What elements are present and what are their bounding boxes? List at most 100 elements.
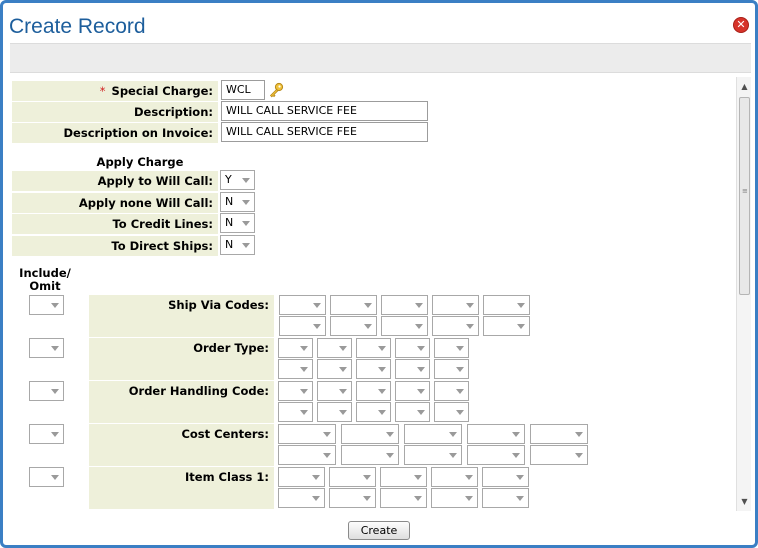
chevron-down-icon <box>417 389 425 394</box>
chevron-down-icon <box>378 346 386 351</box>
code-select[interactable] <box>278 338 313 358</box>
chevron-down-icon <box>456 389 464 394</box>
apply-row-label: Apply to Will Call: <box>12 171 218 191</box>
code-select[interactable] <box>467 424 525 444</box>
code-select[interactable] <box>356 381 391 401</box>
code-select[interactable] <box>279 316 326 336</box>
include-omit-heading: Include/ Omit <box>19 266 71 293</box>
code-select[interactable] <box>330 316 377 336</box>
chevron-down-icon <box>415 324 423 329</box>
include-omit-select[interactable] <box>29 338 64 358</box>
code-select[interactable] <box>341 424 399 444</box>
code-group-label: Ship Via Codes: <box>89 295 274 337</box>
code-select[interactable] <box>482 488 529 508</box>
code-select[interactable] <box>317 338 352 358</box>
scroll-up-icon[interactable]: ▲ <box>737 79 751 94</box>
chevron-down-icon <box>465 475 473 480</box>
code-select[interactable] <box>278 445 336 465</box>
create-record-dialog: Create Record ✕ * Special Charge: WCL Des… <box>0 0 758 548</box>
code-select[interactable] <box>404 445 462 465</box>
chevron-down-icon <box>300 367 308 372</box>
code-select[interactable] <box>395 381 430 401</box>
code-select[interactable] <box>483 295 530 315</box>
chevron-down-icon <box>456 346 464 351</box>
create-button[interactable]: Create <box>348 521 410 540</box>
vertical-scrollbar[interactable]: ▲ ≡ ▼ <box>736 77 751 511</box>
include-omit-select[interactable] <box>29 467 64 487</box>
chevron-down-icon <box>378 367 386 372</box>
code-select[interactable] <box>483 316 530 336</box>
chevron-down-icon <box>51 303 59 308</box>
chevron-down-icon <box>575 453 583 458</box>
chevron-down-icon <box>51 432 59 437</box>
code-select[interactable] <box>381 295 428 315</box>
include-omit-select[interactable] <box>29 424 64 444</box>
apply-row-select[interactable]: N <box>220 213 255 233</box>
code-select[interactable] <box>329 488 376 508</box>
code-select[interactable] <box>467 445 525 465</box>
code-group-label: Cost Centers: <box>89 424 274 466</box>
include-omit-select[interactable] <box>29 381 64 401</box>
code-select[interactable] <box>380 467 427 487</box>
code-select[interactable] <box>278 467 325 487</box>
code-select[interactable] <box>380 488 427 508</box>
description-input[interactable]: WILL CALL SERVICE FEE <box>221 101 428 121</box>
code-select[interactable] <box>432 295 479 315</box>
code-select[interactable] <box>530 445 588 465</box>
close-icon[interactable]: ✕ <box>733 17 749 33</box>
dialog-toolbar <box>10 43 751 73</box>
code-select[interactable] <box>434 359 469 379</box>
code-select[interactable] <box>381 316 428 336</box>
code-select[interactable] <box>329 467 376 487</box>
code-select[interactable] <box>278 381 313 401</box>
code-select[interactable] <box>395 402 430 422</box>
chevron-down-icon <box>313 303 321 308</box>
apply-row-label: To Credit Lines: <box>12 214 218 234</box>
code-select[interactable] <box>404 424 462 444</box>
code-select[interactable] <box>434 381 469 401</box>
chevron-down-icon <box>242 200 250 205</box>
code-select[interactable] <box>278 402 313 422</box>
code-select[interactable] <box>317 381 352 401</box>
code-select[interactable] <box>434 402 469 422</box>
chevron-down-icon <box>51 346 59 351</box>
apply-row-select[interactable]: N <box>220 192 255 212</box>
chevron-down-icon <box>312 496 320 501</box>
code-select[interactable] <box>278 359 313 379</box>
code-select[interactable] <box>279 295 326 315</box>
special-charge-input[interactable]: WCL <box>221 80 265 100</box>
code-select[interactable] <box>395 338 430 358</box>
apply-row-select[interactable]: Y <box>220 170 255 190</box>
include-omit-select[interactable] <box>29 295 64 315</box>
chevron-down-icon <box>417 346 425 351</box>
code-select[interactable] <box>530 424 588 444</box>
chevron-down-icon <box>417 410 425 415</box>
scrollbar-thumb[interactable]: ≡ <box>739 97 750 295</box>
code-select[interactable] <box>356 402 391 422</box>
code-select[interactable] <box>482 467 529 487</box>
chevron-down-icon <box>51 389 59 394</box>
scroll-down-icon[interactable]: ▼ <box>737 494 751 509</box>
description-invoice-input[interactable]: WILL CALL SERVICE FEE <box>221 122 428 142</box>
chevron-down-icon <box>386 432 394 437</box>
code-select[interactable] <box>317 402 352 422</box>
code-select[interactable] <box>431 488 478 508</box>
form-scroll-area[interactable]: * Special Charge: WCL Description: WILL C… <box>10 77 751 511</box>
code-select[interactable] <box>278 488 325 508</box>
code-select[interactable] <box>432 316 479 336</box>
code-select[interactable] <box>341 445 399 465</box>
code-select[interactable] <box>434 338 469 358</box>
code-select[interactable] <box>395 359 430 379</box>
apply-row-select[interactable]: N <box>220 235 255 255</box>
code-select[interactable] <box>278 424 336 444</box>
key-icon[interactable] <box>268 82 284 98</box>
code-select[interactable] <box>356 338 391 358</box>
code-select[interactable] <box>317 359 352 379</box>
chevron-down-icon <box>378 410 386 415</box>
code-select[interactable] <box>431 467 478 487</box>
chevron-down-icon <box>465 496 473 501</box>
code-select[interactable] <box>356 359 391 379</box>
chevron-down-icon <box>414 496 422 501</box>
code-select[interactable] <box>330 295 377 315</box>
chevron-down-icon <box>339 346 347 351</box>
